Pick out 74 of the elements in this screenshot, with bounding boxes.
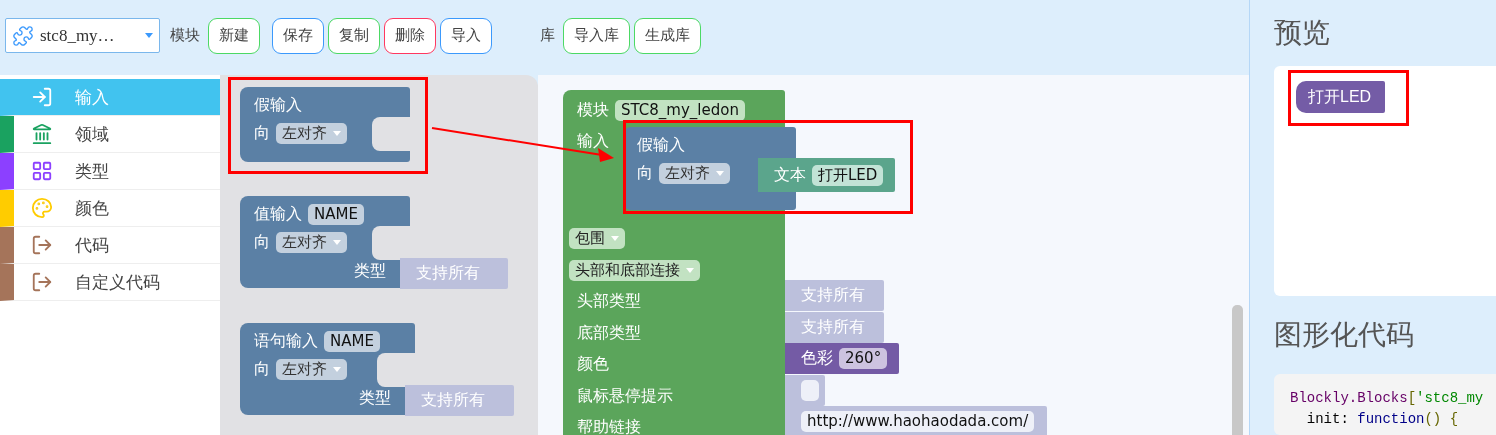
hue-field[interactable]: 260° [839, 348, 888, 369]
dropdown[interactable]: 包围 [569, 227, 625, 249]
direction-label: 向 [254, 358, 270, 380]
dropdown[interactable]: 左对齐 [276, 358, 347, 380]
input-block[interactable]: 假输入 向 左对齐 [240, 87, 410, 162]
row-label: 颜色 [577, 354, 609, 376]
input-notch [372, 226, 410, 260]
tooltip-block[interactable] [785, 374, 825, 406]
toolbar-button[interactable]: 新建 [208, 17, 260, 54]
dropdown[interactable]: 左对齐 [276, 231, 347, 253]
name-field[interactable]: NAME [324, 330, 380, 352]
toolbar-button[interactable]: 导入库 [563, 17, 630, 54]
type-label: 类型 [359, 387, 391, 409]
section-title: 预览 [1274, 16, 1331, 50]
block-title: 语句输入 [254, 330, 318, 352]
name-field[interactable]: NAME [308, 203, 364, 225]
input-notch [377, 353, 415, 387]
code-block: Blockly.Blocks['stc8_my init: function() { [1274, 374, 1496, 435]
caret-icon [145, 33, 153, 38]
category-icon [31, 197, 53, 219]
scrollbar[interactable] [1232, 305, 1243, 435]
category-item[interactable]: 自定义代码 [0, 264, 220, 301]
url-block[interactable]: http://www.haohaodada.com/ [785, 406, 1047, 435]
dropdown[interactable]: 头部和底部连接 [569, 259, 700, 281]
dropdown[interactable]: 左对齐 [659, 162, 730, 184]
input-block[interactable]: 语句输入 NAME 向 左对齐 类型 [240, 323, 415, 415]
direction-label: 向 [254, 231, 270, 253]
text-field[interactable]: http://www.haohaodada.com/ [801, 411, 1035, 432]
toolbar-button[interactable]: 复制 [328, 17, 380, 54]
direction-label: 向 [254, 122, 270, 144]
block-title: 模块 [577, 99, 609, 121]
category-item[interactable]: 代码 [0, 227, 220, 264]
category-item[interactable]: 类型 [0, 153, 220, 190]
row-label: 鼠标悬停提示 [577, 385, 673, 407]
direction-label: 向 [637, 162, 653, 184]
category-item[interactable]: 颜色 [0, 190, 220, 227]
caret-icon [333, 239, 341, 245]
input-label: 输入 [577, 131, 609, 152]
block-title: 值输入 [254, 203, 302, 225]
block-title: 假输入 [254, 94, 302, 116]
category-icon [31, 86, 53, 108]
toolbar-button[interactable]: 导入 [440, 17, 492, 54]
toolbar-button[interactable]: 生成库 [634, 17, 701, 54]
category-icon [31, 123, 53, 145]
text-block[interactable]: 文本 打开LED [758, 158, 896, 192]
caret-icon [716, 170, 724, 176]
name-field[interactable]: STC8_my_ledon [615, 99, 745, 121]
input-block[interactable]: 值输入 NAME 向 左对齐 类型 [240, 196, 410, 288]
row-label: 帮助链接 [577, 417, 641, 435]
toolbar-button[interactable]: 删除 [384, 17, 436, 54]
caret-icon [333, 366, 341, 372]
toolbar-button[interactable]: 保存 [272, 17, 324, 54]
category-item[interactable]: 领域 [0, 116, 220, 153]
input-notch [372, 117, 410, 151]
preview-block[interactable]: 打开LED [1296, 81, 1386, 113]
module-label: 模块 [170, 26, 200, 45]
text-field[interactable] [801, 379, 819, 401]
library-label: 库 [540, 26, 555, 45]
row-label: 底部类型 [577, 322, 641, 344]
caret-icon [333, 130, 341, 136]
colour-block[interactable]: 色彩 260° [785, 343, 900, 374]
category-icon [31, 234, 53, 256]
section-title: 图形化代码 [1274, 318, 1415, 352]
caret-icon [611, 235, 619, 241]
category-icon [31, 160, 53, 182]
block-title: 假输入 [637, 134, 685, 156]
text-field[interactable]: 打开LED [812, 164, 884, 186]
dropdown[interactable]: 左对齐 [276, 122, 347, 144]
category-icon [31, 271, 53, 293]
puzzle-icon [12, 24, 34, 47]
row-label: 头部类型 [577, 291, 641, 313]
type-label: 类型 [354, 260, 386, 282]
module-selector[interactable]: stc8_my… [5, 18, 160, 53]
caret-icon [686, 267, 694, 273]
